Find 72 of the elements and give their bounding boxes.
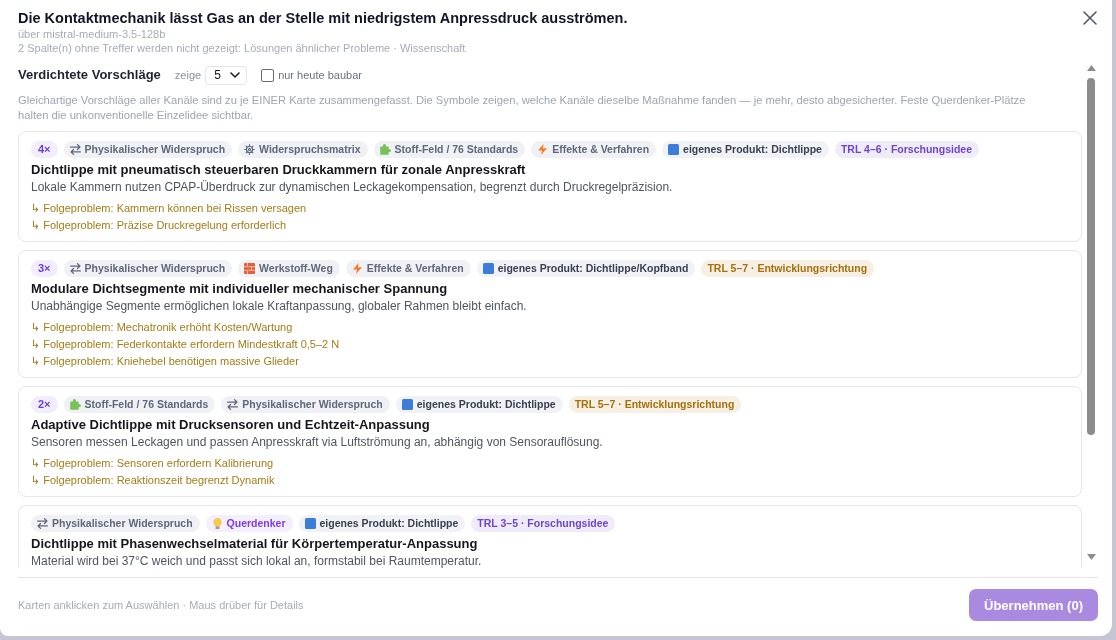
- swap-arrows-icon: [69, 262, 81, 274]
- puzzle-piece-icon: [379, 143, 391, 155]
- square-icon: [482, 262, 494, 274]
- square-icon: [668, 143, 680, 155]
- channel-label: Stoff-Feld / 76 Standards: [84, 398, 209, 410]
- channel-label: Effekte & Verfahren: [366, 262, 464, 274]
- follow-up-problem: ↳ Folgeproblem: Federkontakte erfordern Mindestkraft 0,5–2 N: [31, 337, 341, 352]
- puzzle-piece-icon: [69, 398, 81, 410]
- footer-hint: Karten anklicken zum Auswählen · Maus drüber für Details: [18, 599, 304, 611]
- suggestion-card[interactable]: [18, 505, 1082, 568]
- channel-label: Querdenker: [226, 517, 286, 529]
- channel-label: eigenes Produkt: Dichtlippe: [319, 517, 459, 529]
- show-label: zeige: [174, 69, 202, 81]
- suggestion-card[interactable]: [18, 250, 1082, 378]
- suggestion-title: Modulare Dichtsegmente mit individueller mechanischer Spannung: [31, 280, 449, 298]
- model-info: über mistral-medium-3.5-128b: [18, 27, 167, 41]
- channel-label: eigenes Produkt: Dichtlippe: [416, 398, 556, 410]
- count-dropdown[interactable]: 5: [205, 65, 248, 85]
- channel-label: Effekte & Verfahren: [552, 143, 650, 155]
- suggestion-card[interactable]: [18, 386, 1082, 497]
- scroll-down-icon[interactable]: [1086, 554, 1096, 560]
- scroll-up-icon[interactable]: [1086, 65, 1096, 71]
- close-button[interactable]: [1082, 10, 1098, 26]
- lightning-icon: [537, 143, 549, 155]
- channel-label: Widerspruchsmatrix: [259, 143, 361, 155]
- close-icon: [1083, 11, 1097, 25]
- gear-icon: [244, 143, 256, 155]
- checkbox-label: nur heute baubar: [278, 69, 362, 81]
- swap-arrows-icon: [227, 398, 239, 410]
- follow-up-problem: ↳ Folgeproblem: Mechatronik erhöht Kosten/Wartung: [31, 320, 294, 335]
- suggestion-title: Dichtlippe mit Phasenwechselmaterial für Körpertemperatur-Anpassung: [31, 535, 479, 553]
- follow-up-problem: ↳ Folgeproblem: Präzise Druckregelung erforderlich: [31, 218, 287, 233]
- channel-label: Physikalischer Widerspruch: [84, 143, 226, 155]
- section-heading: Verdichtete Vorschläge: [18, 66, 161, 84]
- channel-label: Physikalischer Widerspruch: [52, 517, 193, 529]
- maturity-tag: TRL 4–6 · Forschungsidee: [834, 140, 980, 158]
- follow-up-problem: ↳ Folgeproblem: Reaktionszeit begrenzt Dynamik: [31, 473, 276, 488]
- suggestion-description: Material wird bei 37°C weich und passt sich lokal an, formstabil bei Raumtemperatur.: [31, 553, 483, 568]
- channel-label: Werkstoff-Weg: [259, 262, 333, 274]
- brick-wall-icon: [244, 262, 256, 274]
- channel-label: Stoff-Feld / 76 Standards: [394, 143, 519, 155]
- square-icon: [304, 517, 316, 529]
- hidden-columns-note: 2 Spalte(n) ohne Treffer werden nicht gezeigt: Lösungen ähnlicher Probleme · Wissenschaft: [18, 41, 467, 55]
- channel-label: Physikalischer Widerspruch: [242, 398, 383, 410]
- channel-label: eigenes Produkt: Dichtlippe: [683, 143, 822, 155]
- chevron-down-icon: [230, 72, 241, 78]
- dialog-title: Die Kontaktmechanik lässt Gas an der Stelle mit niedrigstem Anpressdruck ausströmen.: [18, 9, 628, 27]
- lightning-icon: [351, 262, 363, 274]
- follow-up-problem: ↳ Folgeproblem: Kniehebel benötigen massive Glieder: [31, 354, 300, 369]
- match-count-badge: 4×: [31, 140, 58, 158]
- suggestion-card[interactable]: [18, 131, 1082, 242]
- light-bulb-icon: [211, 517, 223, 529]
- follow-up-problem: ↳ Folgeproblem: Kammern können bei Rissen versagen: [31, 201, 308, 216]
- channel-label: eigenes Produkt: Dichtlippe/Kopfband: [497, 262, 689, 274]
- match-count-badge: 2×: [31, 395, 58, 413]
- follow-up-problem: ↳ Folgeproblem: Sensoren erfordern Kalibrierung: [31, 456, 275, 471]
- maturity-tag: TRL 5–7 · Entwicklungsrichtung: [568, 395, 742, 413]
- swap-arrows-icon: [37, 517, 48, 529]
- suggestion-title: Dichtlippe mit pneumatisch steuerbaren Druckkammern für zonale Anpresskraft: [31, 161, 527, 179]
- maturity-tag: TRL 3–5 · Forschungsidee: [471, 514, 616, 532]
- explanation-text: Gleichartige Vorschläge aller Kanäle sind zu je EINER Karte zusammengefasst. Die Symbole zeigen, welche Kanäle dieselbe Maßnahme fanden — je mehr, desto abgesicherter. Feste Querdenker-Plätze halten die unkonventionelle Einzelidee sichtbar.: [18, 93, 1027, 123]
- scrollbar-thumb[interactable]: [1087, 78, 1095, 435]
- swap-arrows-icon: [69, 143, 81, 155]
- channel-label: Physikalischer Widerspruch: [84, 262, 226, 274]
- suggestion-description: Lokale Kammern nutzen CPAP-Überdruck zur dynamischen Leckagekompensation, begrenzt durch Druckregelpräzision.: [31, 179, 674, 196]
- suggestion-description: Unabhängige Segmente ermöglichen lokale Kraftanpassung, globaler Rahmen bleibt einfach.: [31, 298, 528, 315]
- square-icon: [401, 398, 413, 410]
- maturity-tag: TRL 5–7 · Entwicklungsrichtung: [701, 259, 875, 277]
- suggestion-description: Sensoren messen Leckagen und passen Anpresskraft via Luftströmung an, abhängig von Sensorauflösung.: [31, 434, 604, 451]
- match-count-badge: 3×: [31, 259, 58, 277]
- checkbox[interactable]: [261, 68, 275, 82]
- suggestion-title: Adaptive Dichtlippe mit Drucksensoren und Echtzeit-Anpassung: [31, 416, 431, 434]
